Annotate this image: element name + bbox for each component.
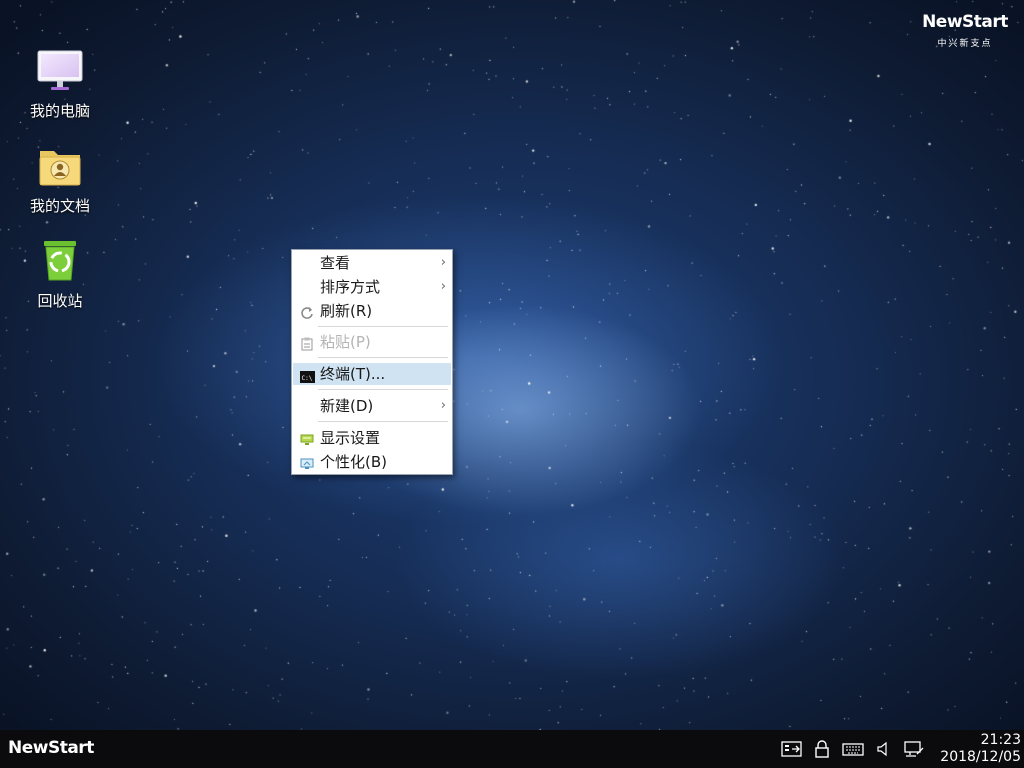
menu-item-view[interactable]: 查看 › (293, 252, 451, 274)
recycle-bin-icon (15, 240, 105, 286)
desktop-icon-label: 我的电脑 (29, 102, 90, 120)
menu-item-label: 个性化(B) (320, 453, 387, 471)
menu-separator (318, 357, 448, 358)
computer-icon (15, 50, 105, 96)
brand-logo: NewStart 中兴新支点 (920, 12, 1010, 49)
brand-wordmark: NewStart (922, 12, 1008, 32)
clock-date: 2018/12/05 (940, 749, 1021, 765)
menu-item-sort-by[interactable]: 排序方式 › (293, 276, 451, 298)
menu-separator (318, 421, 448, 422)
clock[interactable]: 21:23 2018/12/05 (931, 732, 1021, 766)
lock-icon[interactable] (814, 740, 836, 758)
refresh-icon (300, 304, 314, 319)
svg-text:C:\: C:\ (302, 375, 313, 382)
start-button[interactable]: NewStart (8, 738, 94, 758)
menu-separator (318, 389, 448, 390)
menu-item-label: 粘贴(P) (320, 333, 371, 351)
chevron-right-icon: › (440, 398, 446, 413)
menu-item-paste[interactable]: 粘贴(P) (293, 331, 451, 353)
wallpaper-starfield (0, 0, 1024, 730)
desktop-icon-label: 我的文档 (29, 197, 90, 215)
menu-item-label: 显示设置 (320, 429, 381, 447)
desktop[interactable]: 我的电脑 我的文档 回收站 NewStart 中兴新支点 查看 › 排序方式 ›… (0, 0, 1024, 768)
terminal-icon: C:\ (300, 367, 315, 383)
menu-item-terminal[interactable]: C:\ 终端(T)... (293, 363, 451, 385)
chevron-right-icon: › (440, 255, 446, 270)
show-desktop-icon[interactable] (781, 740, 803, 758)
paste-icon (300, 335, 314, 351)
menu-item-label: 排序方式 (320, 278, 381, 296)
menu-item-label: 新建(D) (320, 397, 374, 415)
desktop-icon-my-documents[interactable]: 我的文档 (15, 145, 105, 216)
menu-item-display-settings[interactable]: 显示设置 (293, 427, 451, 449)
personalize-icon (300, 455, 314, 469)
menu-item-personalize[interactable]: 个性化(B) (293, 451, 451, 473)
display-settings-icon (300, 431, 314, 445)
documents-folder-icon (15, 145, 105, 191)
menu-item-new[interactable]: 新建(D) › (293, 395, 451, 417)
clock-time: 21:23 (980, 732, 1021, 748)
volume-icon[interactable] (876, 740, 898, 758)
desktop-icon-recycle-bin[interactable]: 回收站 (15, 240, 105, 311)
taskbar: NewStart 21:23 2018/12/05 (0, 730, 1024, 768)
menu-item-refresh[interactable]: 刷新(R) (293, 300, 451, 322)
brand-subtitle: 中兴新支点 (937, 39, 993, 49)
network-icon[interactable] (904, 740, 926, 758)
desktop-icon-label: 回收站 (37, 292, 83, 310)
menu-item-label: 终端(T)... (320, 365, 386, 383)
menu-item-label: 刷新(R) (320, 302, 373, 320)
chevron-right-icon: › (440, 279, 446, 294)
keyboard-icon[interactable] (842, 740, 864, 758)
menu-separator (318, 326, 448, 327)
desktop-icon-my-computer[interactable]: 我的电脑 (15, 50, 105, 121)
menu-item-label: 查看 (320, 254, 351, 272)
desktop-context-menu: 查看 › 排序方式 › 刷新(R) 粘贴(P) C:\ 终端(T)... 新建(… (291, 249, 453, 475)
